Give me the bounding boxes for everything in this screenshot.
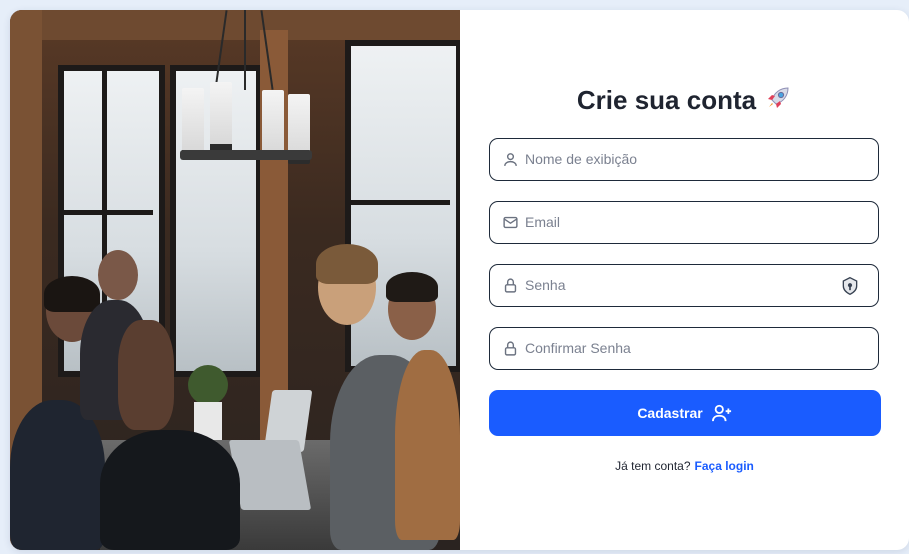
rocket-icon: [764, 84, 792, 119]
email-input[interactable]: [525, 202, 835, 242]
password-field[interactable]: [489, 264, 879, 307]
login-link[interactable]: Faça login: [695, 459, 754, 473]
signup-card: Crie sua conta Cadastrar: [10, 10, 909, 550]
submit-button[interactable]: Cadastrar: [489, 390, 881, 436]
confirm-password-field[interactable]: [489, 327, 879, 370]
title-text: Crie sua conta: [576, 85, 757, 115]
lock-icon: [504, 341, 517, 356]
footer-text: Já tem conta?: [615, 459, 691, 473]
lock-icon: [504, 278, 517, 293]
team-meeting-photo: [10, 10, 460, 550]
confirm-password-input[interactable]: [525, 328, 835, 368]
login-prompt: Já tem conta? Faça login: [460, 459, 909, 473]
page-title: Crie sua conta: [460, 84, 909, 119]
user-plus-icon: [711, 404, 731, 422]
password-input[interactable]: [525, 265, 835, 305]
signup-form: Crie sua conta Cadastrar: [460, 10, 909, 550]
password-reveal-icon[interactable]: [840, 276, 860, 296]
display-name-input[interactable]: [525, 139, 835, 179]
user-icon: [504, 153, 517, 166]
email-field[interactable]: [489, 201, 879, 244]
display-name-field[interactable]: [489, 138, 879, 181]
mail-icon: [503, 216, 518, 229]
submit-label: Cadastrar: [637, 405, 703, 421]
